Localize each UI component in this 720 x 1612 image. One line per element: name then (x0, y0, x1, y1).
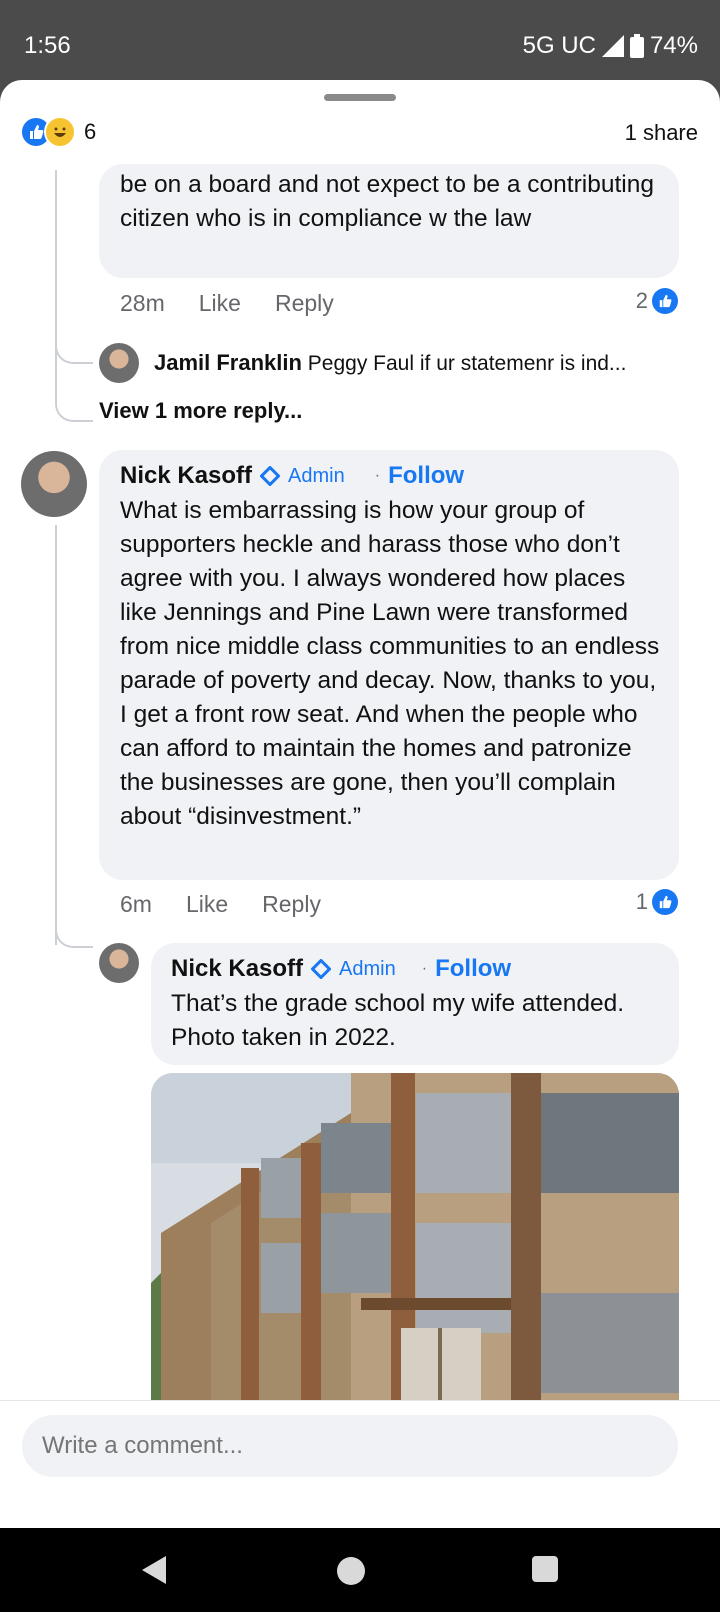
drag-handle[interactable] (324, 94, 396, 101)
like-button[interactable]: Like (199, 290, 241, 317)
reply-connector (55, 320, 93, 364)
follow-button[interactable]: Follow (435, 955, 511, 983)
comment-header: Nick Kasoff Admin · Follow (171, 955, 511, 983)
reply-preview[interactable]: Jamil Franklin Peggy Faul if ur statemen… (154, 350, 626, 376)
attached-photo[interactable] (151, 1073, 679, 1418)
like-button[interactable]: Like (186, 891, 228, 918)
recents-icon[interactable] (532, 1556, 558, 1582)
avatar[interactable] (99, 343, 139, 383)
admin-label: Admin (339, 957, 396, 980)
avatar[interactable] (99, 943, 139, 983)
status-right: 5G UC 74% (523, 32, 698, 60)
thread-line (55, 170, 57, 400)
comment-actions: 28m Like Reply (120, 290, 334, 317)
like-count-value: 1 (635, 889, 648, 914)
battery-icon (629, 34, 644, 58)
reaction-summary[interactable]: 6 (20, 116, 96, 148)
author-name[interactable]: Nick Kasoff (120, 462, 252, 490)
back-icon[interactable] (142, 1556, 168, 1584)
comments-sheet: 6 1 share be on a board and not expect t… (0, 80, 720, 1528)
comment-text: What is embarrassing is how your group o… (120, 497, 660, 830)
comment-time: 28m (120, 290, 165, 316)
school-building-image (151, 1073, 679, 1418)
reaction-count: 6 (84, 119, 97, 144)
reply-author: Jamil Franklin (154, 350, 302, 375)
author-name[interactable]: Nick Kasoff (171, 955, 303, 983)
comment-actions: 6m Like Reply (120, 891, 321, 918)
like-icon (652, 288, 678, 314)
avatar[interactable] (21, 451, 87, 517)
separator-dot: · (374, 467, 381, 484)
comment-bubble[interactable]: be on a board and not expect to be a con… (99, 164, 679, 278)
thread-connector (55, 900, 93, 948)
comment-input[interactable] (22, 1415, 678, 1477)
like-icon (652, 889, 678, 915)
system-nav-bar (0, 1528, 720, 1612)
like-count-value: 2 (635, 288, 648, 313)
reply-snippet: Peggy Faul if ur statemenr is ind... (307, 352, 627, 375)
comment-header: Nick Kasoff Admin · Follow (120, 462, 464, 490)
status-bar: 1:56 5G UC 74% (0, 0, 720, 90)
admin-label: Admin (288, 464, 345, 487)
signal-icon (601, 35, 624, 57)
admin-badge-icon (260, 466, 281, 486)
comment-text: That’s the grade school my wife attended… (171, 990, 625, 1051)
network-label: 5G UC (522, 32, 596, 59)
thread-line (55, 525, 57, 945)
comment-composer (0, 1400, 720, 1528)
haha-reaction-icon (44, 116, 76, 148)
view-more-replies[interactable]: View 1 more reply... (99, 398, 302, 424)
reply-button[interactable]: Reply (275, 290, 334, 317)
home-icon[interactable] (336, 1556, 366, 1586)
admin-badge-icon (311, 959, 332, 979)
comment-like-count[interactable]: 2 (636, 288, 678, 314)
comment-text: be on a board and not expect to be a con… (120, 171, 654, 232)
comment-bubble[interactable]: Nick Kasoff Admin · Follow What is embar… (99, 450, 679, 880)
share-count[interactable]: 1 share (625, 120, 698, 146)
separator-dot: · (421, 960, 428, 977)
thread-connector (55, 400, 93, 422)
reply-button[interactable]: Reply (262, 891, 321, 918)
status-time: 1:56 (24, 32, 71, 59)
comment-time: 6m (120, 891, 152, 917)
comment-bubble[interactable]: Nick Kasoff Admin · Follow That’s the gr… (151, 943, 679, 1065)
follow-button[interactable]: Follow (388, 462, 464, 490)
battery-level: 74% (649, 32, 698, 59)
comment-like-count[interactable]: 1 (636, 889, 678, 915)
